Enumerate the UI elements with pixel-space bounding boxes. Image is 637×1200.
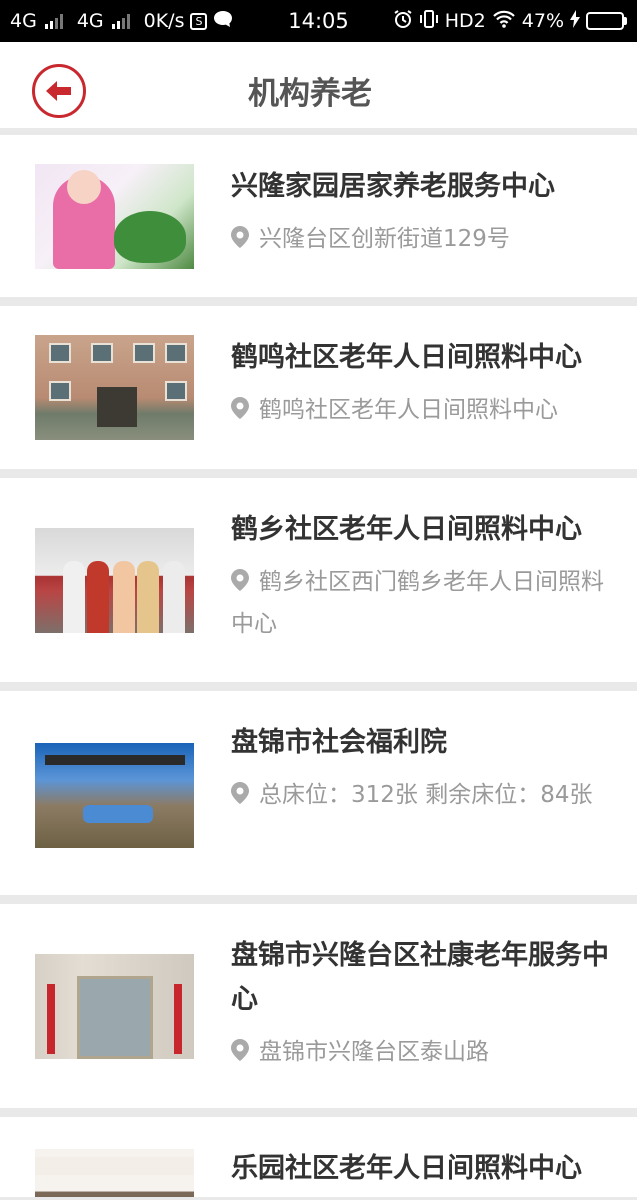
list-item[interactable]: 盘锦市社会福利院 总床位：312张 剩余床位：84张: [0, 691, 637, 895]
institution-address: 兴隆台区创新街道129号: [259, 226, 510, 252]
institution-name: 鹤鸣社区老年人日间照料中心: [231, 342, 582, 373]
alarm-icon: [393, 9, 413, 34]
net-speed: 0K/s: [143, 10, 185, 32]
wifi-icon: [492, 10, 516, 33]
app-header: 机构养老: [0, 42, 637, 128]
location-pin-icon: [231, 777, 249, 817]
institution-thumbnail: [35, 528, 194, 633]
vibrate-icon: [419, 9, 439, 34]
institution-address: 总床位：312张 剩余床位：84张: [259, 782, 593, 808]
list-item[interactable]: 乐园社区老年人日间照料中心: [0, 1117, 637, 1197]
institution-thumbnail: [35, 1149, 194, 1197]
institution-address: 鹤鸣社区老年人日间照料中心: [259, 397, 558, 423]
list-item[interactable]: 鹤鸣社区老年人日间照料中心 鹤鸣社区老年人日间照料中心: [0, 306, 637, 469]
back-button[interactable]: [32, 64, 86, 118]
page-title: 机构养老: [248, 76, 372, 112]
location-pin-icon: [231, 1034, 249, 1074]
institution-address: 鹤乡社区西门鹤乡老年人日间照料中心: [231, 569, 604, 637]
institution-list: 兴隆家园居家养老服务中心 兴隆台区创新街道129号 鹤鸣社区老年人日间照料中心 …: [0, 135, 637, 1200]
message-icon: [213, 10, 233, 33]
institution-name: 乐园社区老年人日间照料中心: [231, 1153, 582, 1184]
institution-address: 盘锦市兴隆台区泰山路: [259, 1039, 489, 1065]
institution-thumbnail: [35, 954, 194, 1059]
location-pin-icon: [231, 221, 249, 261]
network-label-1: 4G: [10, 10, 37, 32]
hd-label: HD2: [444, 10, 486, 32]
battery-icon: [586, 12, 627, 30]
list-item[interactable]: 鹤乡社区老年人日间照料中心 鹤乡社区西门鹤乡老年人日间照料中心: [0, 478, 637, 682]
institution-name: 鹤乡社区老年人日间照料中心: [231, 514, 582, 545]
location-pin-icon: [231, 564, 249, 604]
list-item[interactable]: 兴隆家园居家养老服务中心 兴隆台区创新街道129号: [0, 135, 637, 297]
charging-icon: [570, 9, 580, 33]
battery-percent: 47%: [521, 10, 564, 32]
institution-name: 兴隆家园居家养老服务中心: [231, 171, 555, 202]
back-arrow-icon: [46, 81, 71, 101]
list-item[interactable]: 盘锦市兴隆台区社康老年服务中心 盘锦市兴隆台区泰山路: [0, 904, 637, 1108]
institution-thumbnail: [35, 743, 194, 848]
institution-thumbnail: [35, 335, 194, 440]
screenshot-icon: S: [190, 12, 208, 30]
institution-thumbnail: [35, 164, 194, 269]
location-pin-icon: [231, 392, 249, 432]
network-label-2: 4G: [76, 10, 104, 32]
signal-icon: [111, 13, 130, 29]
signal-icon: [44, 13, 63, 29]
institution-name: 盘锦市兴隆台区社康老年服务中心: [231, 940, 609, 1015]
status-bar: 4G 4G 0K/s S 14:05 HD2 47%: [0, 0, 637, 42]
institution-name: 盘锦市社会福利院: [231, 727, 447, 758]
